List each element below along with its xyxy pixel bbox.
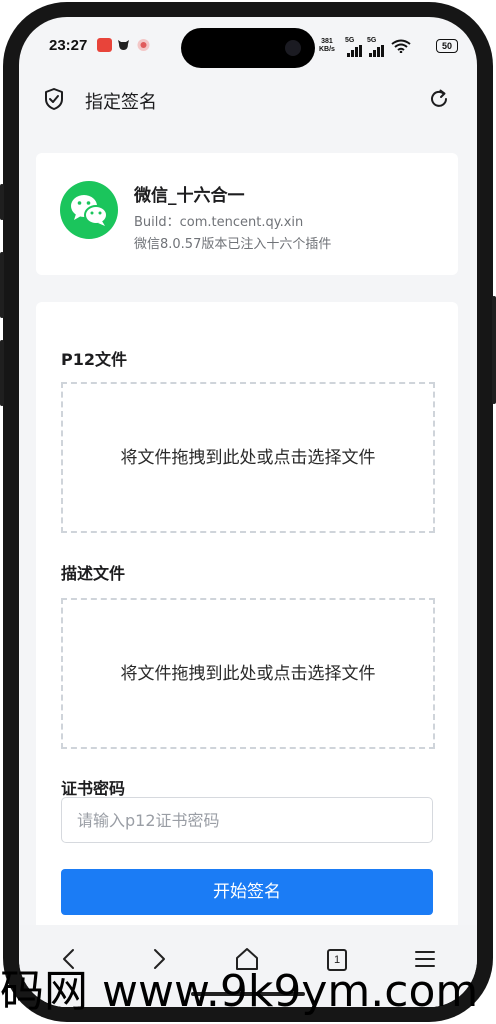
dynamic-island <box>181 28 315 68</box>
profile-dropzone-text: 将文件拖拽到此处或点击选择文件 <box>120 663 376 684</box>
profile-file-dropzone[interactable]: 将文件拖拽到此处或点击选择文件 <box>61 598 435 749</box>
network-speed-value: 381 <box>321 38 333 45</box>
signal-bars-icon <box>347 45 363 57</box>
p12-dropzone-text: 将文件拖拽到此处或点击选择文件 <box>120 447 376 468</box>
sign-form-card: P12文件 将文件拖拽到此处或点击选择文件 描述文件 将文件拖拽到此处或点击选择… <box>36 302 458 1007</box>
signal-bars-icon <box>369 45 385 57</box>
wifi-icon <box>391 39 411 53</box>
start-sign-button[interactable]: 开始签名 <box>61 869 433 915</box>
side-button-left-1 <box>0 184 4 220</box>
shield-check-icon <box>45 88 63 110</box>
side-button-left-2 <box>0 252 4 318</box>
signal-1-label: 5G <box>345 37 355 44</box>
refresh-icon[interactable] <box>427 87 451 111</box>
notification-badge-icon <box>137 39 150 51</box>
side-button-right <box>492 296 496 404</box>
side-button-left-3 <box>0 340 4 406</box>
signal-2: 5G <box>367 37 387 57</box>
app-plugin-note: 微信8.0.57版本已注入十六个插件 <box>134 237 332 252</box>
cert-password-input[interactable] <box>61 797 433 843</box>
page-title: 指定签名 <box>85 92 157 113</box>
app-info-card: 微信_十六合一 Build：com.tencent.qy.xin 微信8.0.5… <box>36 153 458 275</box>
cert-password-label: 证书密码 <box>61 779 126 798</box>
wechat-icon <box>60 181 118 239</box>
phone-screen: 23:27 381 KB/s 5G 5G 50 指定签名 微信_十六合一 Bui… <box>19 17 477 1007</box>
network-speed-unit: KB/s <box>319 46 335 53</box>
status-time: 23:27 <box>49 37 88 54</box>
p12-file-dropzone[interactable]: 将文件拖拽到此处或点击选择文件 <box>61 382 435 533</box>
network-speed: 381 KB/s <box>319 38 335 54</box>
app-build-id: Build：com.tencent.qy.xin <box>134 215 304 230</box>
profile-file-label: 描述文件 <box>61 564 126 583</box>
signal-2-label: 5G <box>367 37 377 44</box>
battery-indicator: 50 <box>436 39 458 53</box>
app-name: 微信_十六合一 <box>134 186 245 206</box>
camera-icon <box>285 40 301 56</box>
cow-icon <box>118 40 129 50</box>
watermark-text: 码网 www.9k9ym.com <box>0 966 479 1017</box>
notification-app-icon <box>97 38 112 52</box>
p12-file-label: P12文件 <box>61 350 127 369</box>
signal-1: 5G <box>345 37 365 57</box>
